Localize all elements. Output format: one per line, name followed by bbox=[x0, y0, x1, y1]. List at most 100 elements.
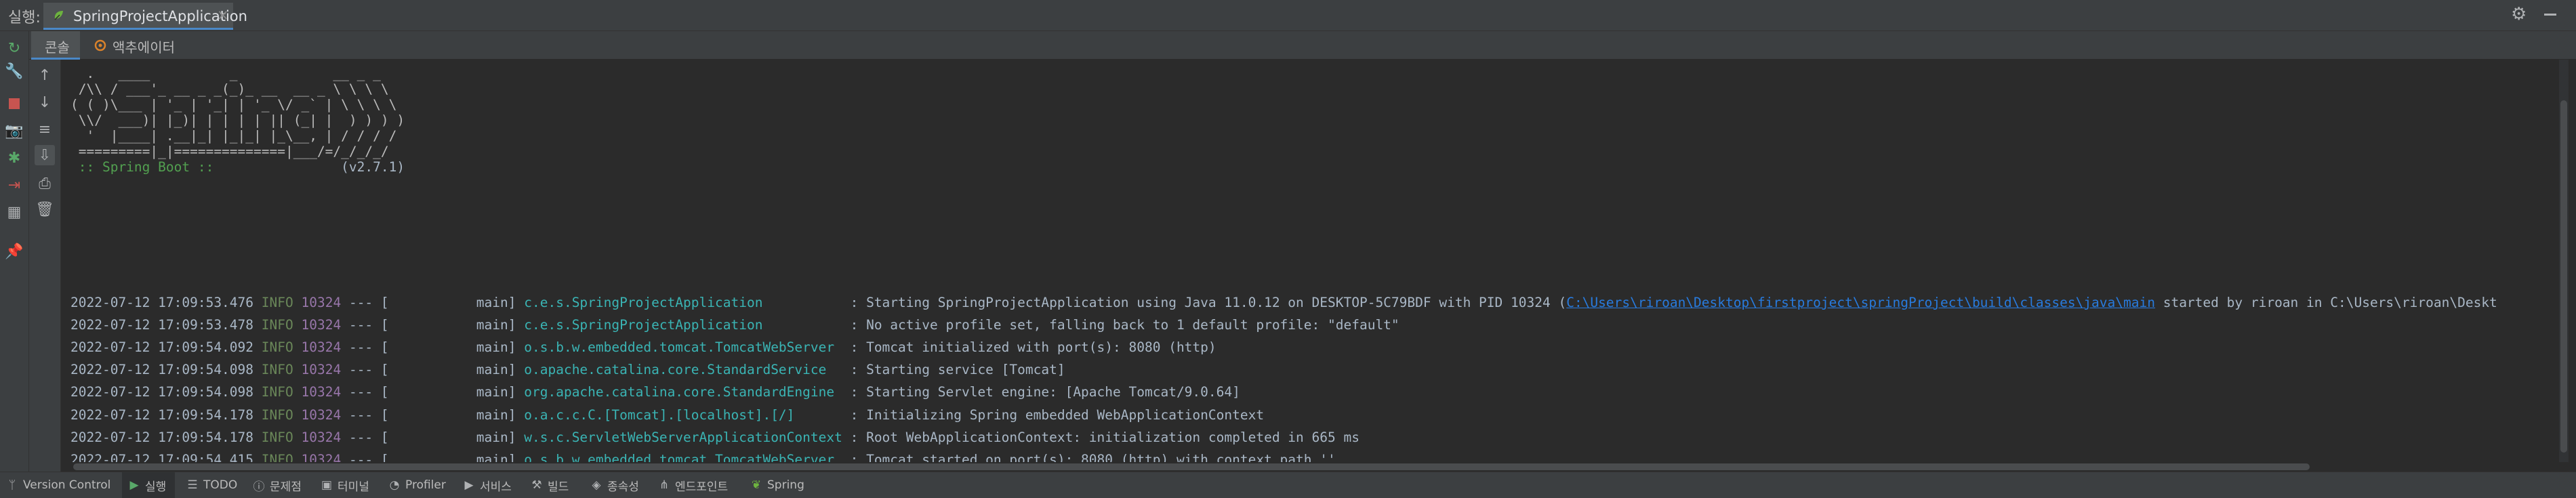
dependencies-icon: ◈ bbox=[592, 478, 601, 492]
toolwindow-run[interactable]: ▶ 실행 bbox=[122, 472, 175, 498]
log-logger: o.s.b.w.embedded.tomcat.TomcatWebServer bbox=[524, 339, 842, 356]
toolwindow-terminal[interactable]: ▣ 터미널 bbox=[320, 472, 381, 498]
log-pid: 10324 bbox=[301, 317, 342, 333]
log-message-tail: started by riroan in C:\Users\riroan\Des… bbox=[2154, 295, 2497, 310]
log-level: INFO bbox=[261, 362, 293, 378]
log-pid: 10324 bbox=[301, 429, 342, 445]
console-toolbar: ↑ ↓ ≡ ⇩ ⎙ 🗑 bbox=[29, 60, 61, 472]
log-logger: o.apache.catalina.core.StandardService bbox=[524, 362, 842, 378]
log-separator: --- [ bbox=[348, 384, 389, 400]
pin-icon[interactable]: 📌 bbox=[4, 241, 24, 262]
spring-boot-version-line: :: Spring Boot :: (v2.7.1) bbox=[70, 156, 405, 178]
debug-icon[interactable]: ✱ bbox=[4, 148, 24, 168]
toolwindow-services[interactable]: ▶ 서비스 bbox=[462, 472, 523, 498]
log-thread: main] bbox=[388, 429, 516, 445]
problems-icon: ⓘ bbox=[253, 480, 265, 494]
classpath-link[interactable]: C:\Users\riroan\Desktop\firstproject\spr… bbox=[1566, 295, 2155, 310]
rerun-icon[interactable]: ↻ bbox=[4, 38, 24, 58]
down-arrow-icon[interactable]: ↓ bbox=[35, 92, 55, 112]
toolwindow-label: 서비스 bbox=[480, 480, 512, 494]
log-level: INFO bbox=[261, 451, 293, 462]
log-message: : Root WebApplicationContext: initializa… bbox=[842, 429, 1359, 445]
toolwindow-label: 빌드 bbox=[548, 480, 569, 494]
vertical-scrollbar[interactable] bbox=[2559, 60, 2569, 462]
log-logger: c.e.s.SpringProjectApplication bbox=[524, 295, 842, 310]
trash-icon[interactable]: 🗑 bbox=[35, 199, 55, 220]
exit-icon[interactable]: ⇥ bbox=[4, 175, 24, 195]
branch-icon: ᛘ bbox=[8, 478, 16, 492]
up-arrow-icon[interactable]: ↑ bbox=[35, 65, 55, 85]
log-separator: --- [ bbox=[348, 317, 389, 333]
close-icon[interactable]: × bbox=[217, 7, 229, 23]
toolwindow-label: Profiler bbox=[405, 478, 446, 492]
log-thread: main] bbox=[388, 295, 516, 310]
spring-leaf-icon bbox=[54, 11, 63, 20]
log-thread: main] bbox=[388, 407, 516, 423]
log-line: 2022-07-12 17:09:54.415 INFO 10324 --- [… bbox=[70, 449, 1336, 462]
tab-console[interactable]: 콘솔 bbox=[31, 31, 80, 60]
log-thread: main] bbox=[388, 317, 516, 333]
log-timestamp: 2022-07-12 17:09:54.098 bbox=[70, 362, 254, 378]
toolwindow-todo[interactable]: ☰ TODO bbox=[186, 472, 243, 498]
actuator-icon bbox=[94, 39, 106, 51]
log-separator: --- [ bbox=[348, 407, 389, 423]
log-pid: 10324 bbox=[301, 295, 342, 310]
log-separator: --- [ bbox=[348, 295, 389, 310]
log-separator: --- [ bbox=[348, 429, 389, 445]
log-line: 2022-07-12 17:09:54.098 INFO 10324 --- [… bbox=[70, 358, 1065, 381]
toolwindow-label: 엔드포인트 bbox=[675, 480, 729, 494]
run-actions-toolbar: ↻ 🔧 📷 ✱ ⇥ ▦ 📌 bbox=[0, 31, 29, 472]
profiler-icon: ◔ bbox=[389, 478, 400, 492]
toolwindow-label: Spring bbox=[767, 478, 804, 492]
run-config-tab[interactable]: SpringProjectApplication × bbox=[43, 3, 247, 30]
toolwindow-profiler[interactable]: ◔ Profiler bbox=[388, 472, 455, 498]
camera-icon[interactable]: 📷 bbox=[4, 121, 24, 141]
log-pid: 10324 bbox=[301, 407, 342, 423]
log-pid: 10324 bbox=[301, 451, 342, 462]
log-logger: o.s.b.w.embedded.tomcat.TomcatWebServer bbox=[524, 451, 842, 462]
log-separator: --- [ bbox=[348, 339, 389, 356]
toolwindow-endpoints[interactable]: ⋔ 엔드포인트 bbox=[657, 472, 745, 498]
toolwindow-problems[interactable]: ⓘ 문제점 bbox=[252, 472, 320, 498]
log-line: 2022-07-12 17:09:53.476 INFO 10324 --- [… bbox=[70, 291, 2497, 314]
services-icon: ▶ bbox=[464, 478, 474, 492]
scroll-thumb[interactable] bbox=[2560, 100, 2567, 453]
soft-wrap-icon[interactable]: ≡ bbox=[35, 119, 55, 140]
print-icon[interactable]: ⎙ bbox=[35, 173, 55, 194]
log-thread: main] bbox=[388, 339, 516, 356]
log-timestamp: 2022-07-12 17:09:53.476 bbox=[70, 295, 254, 310]
spring-boot-version: (v2.7.1) bbox=[222, 159, 405, 175]
toolwindow-version-control[interactable]: ᛘ Version Control bbox=[5, 472, 113, 498]
toolwindow-label: 터미널 bbox=[338, 480, 369, 494]
minimize-icon[interactable] bbox=[2543, 7, 2558, 22]
log-level: INFO bbox=[261, 317, 293, 333]
log-message: : Starting SpringProjectApplication usin… bbox=[842, 295, 1567, 310]
log-separator: --- [ bbox=[348, 362, 389, 378]
tab-actuator[interactable]: 액추에이터 bbox=[85, 31, 180, 60]
horizontal-scrollbar[interactable] bbox=[73, 463, 2310, 470]
tab-console-label: 콘솔 bbox=[45, 39, 70, 56]
log-thread: main] bbox=[388, 362, 516, 378]
scroll-to-end-icon[interactable]: ⇩ bbox=[35, 145, 55, 165]
log-message: : Initializing Spring embedded WebApplic… bbox=[842, 407, 1265, 423]
log-pid: 10324 bbox=[301, 362, 342, 378]
log-message: : Starting service [Tomcat] bbox=[842, 362, 1065, 378]
wrench-icon[interactable]: 🔧 bbox=[4, 61, 24, 81]
toolwindow-label: 실행 bbox=[145, 480, 167, 494]
log-message: : No active profile set, falling back to… bbox=[842, 317, 1399, 333]
console-output[interactable]: . ____ _ __ _ _ /\\ / ___'_ __ _ _(_)_ _… bbox=[61, 60, 2555, 462]
log-logger: org.apache.catalina.core.StandardEngine bbox=[524, 384, 842, 400]
toolwindow-dependencies[interactable]: ◈ 종속성 bbox=[590, 472, 655, 498]
toolwindow-label: 종속성 bbox=[607, 480, 639, 494]
layout-icon[interactable]: ▦ bbox=[4, 202, 24, 222]
gear-icon[interactable]: ⚙ bbox=[2511, 5, 2529, 23]
log-pid: 10324 bbox=[301, 339, 342, 356]
toolwindow-label: 문제점 bbox=[270, 480, 302, 494]
log-timestamp: 2022-07-12 17:09:54.415 bbox=[70, 451, 254, 462]
log-thread: main] bbox=[388, 384, 516, 400]
tool-window-bar: ᛘ Version Control ▶ 실행 ☰ TODO ⓘ 문제점 ▣ 터미널 ◔ Pr… bbox=[0, 472, 2576, 498]
stop-icon[interactable] bbox=[4, 94, 24, 114]
toolwindow-spring[interactable]: ❦ Spring bbox=[750, 472, 817, 498]
hammer-icon: ⚒ bbox=[531, 478, 542, 492]
toolwindow-build[interactable]: ⚒ 빌드 bbox=[530, 472, 584, 498]
